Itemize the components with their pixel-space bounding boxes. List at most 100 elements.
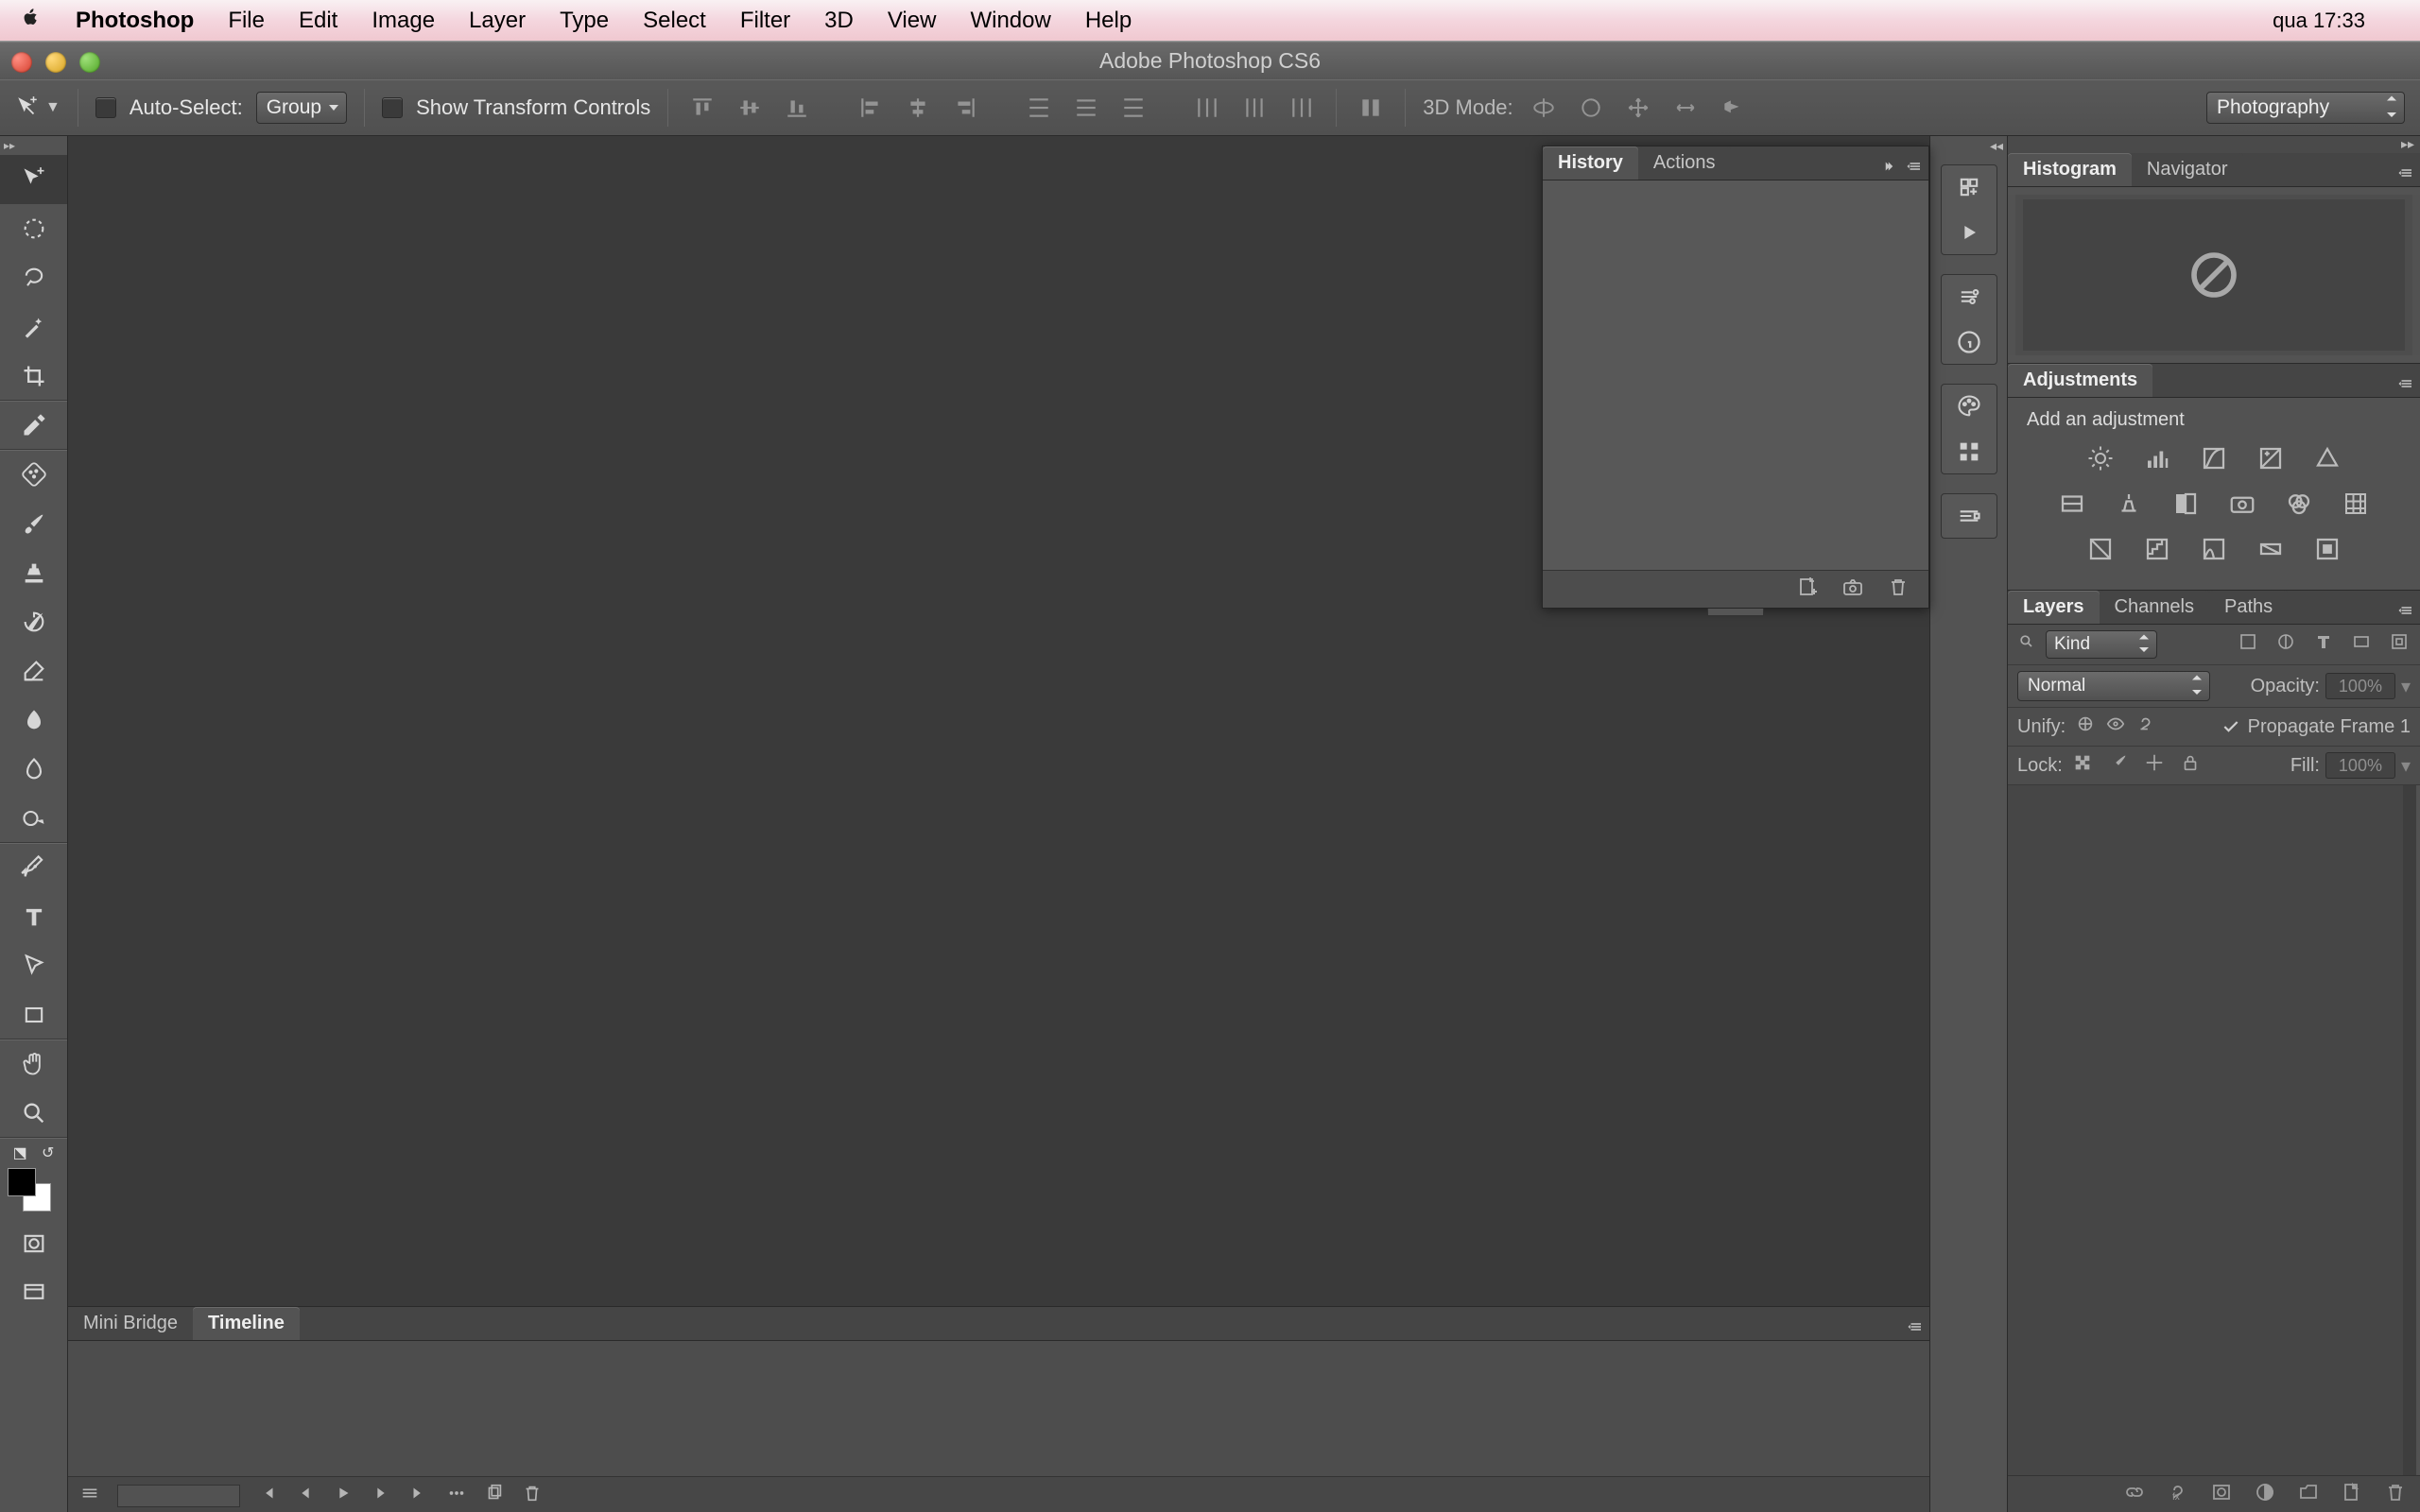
window-close-button[interactable]	[11, 52, 32, 73]
menu-type[interactable]: Type	[543, 8, 626, 34]
blend-mode-dropdown[interactable]: Normal	[2017, 671, 2210, 701]
first-frame-icon[interactable]	[257, 1483, 278, 1508]
align-left-edges-icon[interactable]	[854, 91, 888, 125]
hue-saturation-icon[interactable]	[2054, 486, 2090, 522]
prev-frame-icon[interactable]	[295, 1483, 316, 1508]
3d-slide-icon[interactable]	[1668, 91, 1703, 125]
layer-style-icon[interactable]: fx	[2167, 1481, 2189, 1508]
swatches-panel-icon[interactable]	[1953, 436, 1985, 468]
delete-layer-icon[interactable]	[2384, 1481, 2407, 1508]
gradient-tool[interactable]	[0, 696, 67, 745]
pen-tool[interactable]	[0, 843, 67, 892]
unify-visibility-icon[interactable]	[2105, 713, 2126, 740]
fill-input[interactable]: 100%	[2325, 752, 2395, 779]
filter-shape-icon[interactable]	[2350, 630, 2373, 659]
panel-collapse-icon[interactable]	[1879, 158, 1896, 180]
dodge-tool[interactable]	[0, 794, 67, 843]
duplicate-frame-icon[interactable]	[484, 1483, 505, 1508]
window-minimize-button[interactable]	[45, 52, 66, 73]
history-panel-icon[interactable]	[1953, 171, 1985, 203]
distribute-right-icon[interactable]	[1285, 91, 1319, 125]
color-lookup-icon[interactable]	[2338, 486, 2374, 522]
align-top-edges-icon[interactable]	[685, 91, 719, 125]
link-layers-icon[interactable]	[2123, 1481, 2146, 1508]
menu-window[interactable]: Window	[953, 8, 1067, 34]
timeline-options-icon[interactable]	[79, 1483, 100, 1508]
frame-selector-dropdown[interactable]	[117, 1485, 240, 1507]
align-right-edges-icon[interactable]	[948, 91, 982, 125]
panel-menu-icon[interactable]	[1907, 1318, 1924, 1340]
menu-help[interactable]: Help	[1068, 8, 1149, 34]
distribute-bottom-icon[interactable]	[1116, 91, 1150, 125]
last-frame-icon[interactable]	[408, 1483, 429, 1508]
gradient-map-icon[interactable]	[2253, 531, 2289, 567]
3d-pan-icon[interactable]	[1621, 91, 1655, 125]
type-tool[interactable]	[0, 892, 67, 941]
workspace-switcher[interactable]: Photography	[2206, 92, 2405, 124]
unify-position-icon[interactable]	[2075, 713, 2096, 740]
menu-select[interactable]: Select	[626, 8, 723, 34]
blur-tool[interactable]	[0, 745, 67, 794]
marquee-tool[interactable]	[0, 204, 67, 253]
exposure-icon[interactable]	[2253, 440, 2289, 476]
3d-rotate-icon[interactable]	[1527, 91, 1561, 125]
panel-menu-icon[interactable]	[2397, 375, 2414, 397]
unify-style-icon[interactable]	[2135, 713, 2156, 740]
path-selection-tool[interactable]	[0, 941, 67, 990]
3d-scale-icon[interactable]	[1716, 91, 1750, 125]
tab-adjustments[interactable]: Adjustments	[2008, 364, 2152, 397]
panel-menu-icon[interactable]	[2397, 164, 2414, 186]
color-swatches[interactable]	[0, 1162, 67, 1219]
black-white-icon[interactable]	[2168, 486, 2204, 522]
menu-app[interactable]: Photoshop	[59, 8, 211, 34]
lasso-tool[interactable]	[0, 253, 67, 302]
lock-position-icon[interactable]	[2144, 752, 2165, 779]
filter-pixel-icon[interactable]	[2237, 630, 2259, 659]
new-adjustment-layer-icon[interactable]	[2254, 1481, 2276, 1508]
auto-select-checkbox[interactable]	[95, 97, 116, 118]
delete-frame-icon[interactable]	[522, 1483, 543, 1508]
align-vertical-centers-icon[interactable]	[733, 91, 767, 125]
filter-smartobject-icon[interactable]	[2388, 630, 2411, 659]
eraser-tool[interactable]	[0, 646, 67, 696]
brush-tool[interactable]	[0, 499, 67, 548]
curves-icon[interactable]	[2196, 440, 2232, 476]
distribute-left-icon[interactable]	[1190, 91, 1224, 125]
tab-actions[interactable]: Actions	[1638, 146, 1731, 180]
filter-search-icon[interactable]	[2017, 632, 2036, 657]
distribute-top-icon[interactable]	[1022, 91, 1056, 125]
panel-resize-grip[interactable]	[1707, 609, 1764, 616]
properties-panel-icon[interactable]	[1953, 281, 1985, 313]
tab-histogram[interactable]: Histogram	[2008, 153, 2132, 186]
distribute-hcenter-icon[interactable]	[1237, 91, 1271, 125]
next-frame-icon[interactable]	[371, 1483, 391, 1508]
collapse-handle[interactable]: ◂◂	[1990, 138, 2003, 155]
healing-brush-tool[interactable]	[0, 450, 67, 499]
tab-layers[interactable]: Layers	[2008, 591, 2100, 624]
collapse-handle[interactable]: ▸▸	[2401, 136, 2414, 153]
3d-roll-icon[interactable]	[1574, 91, 1608, 125]
history-brush-tool[interactable]	[0, 597, 67, 646]
brightness-contrast-icon[interactable]	[2083, 440, 2118, 476]
new-layer-icon[interactable]	[2341, 1481, 2363, 1508]
window-zoom-button[interactable]	[79, 52, 100, 73]
show-transform-checkbox[interactable]	[382, 97, 403, 118]
tab-mini-bridge[interactable]: Mini Bridge	[68, 1307, 193, 1340]
layer-mask-icon[interactable]	[2210, 1481, 2233, 1508]
toolbox-expand-handle[interactable]: ▸▸	[0, 136, 67, 155]
menu-layer[interactable]: Layer	[452, 8, 543, 34]
panel-menu-icon[interactable]	[2397, 602, 2414, 624]
hand-tool[interactable]	[0, 1040, 67, 1089]
color-balance-icon[interactable]	[2111, 486, 2147, 522]
new-snapshot-icon[interactable]	[1841, 576, 1864, 603]
screen-mode-toggle[interactable]	[0, 1268, 67, 1317]
crop-tool[interactable]	[0, 352, 67, 401]
layers-list[interactable]	[2008, 785, 2416, 1475]
channel-mixer-icon[interactable]	[2281, 486, 2317, 522]
tab-paths[interactable]: Paths	[2209, 591, 2288, 624]
new-group-icon[interactable]	[2297, 1481, 2320, 1508]
menu-filter[interactable]: Filter	[723, 8, 807, 34]
menu-file[interactable]: File	[211, 8, 282, 34]
styles-panel-icon[interactable]	[1953, 500, 1985, 532]
color-panel-icon[interactable]	[1953, 390, 1985, 422]
